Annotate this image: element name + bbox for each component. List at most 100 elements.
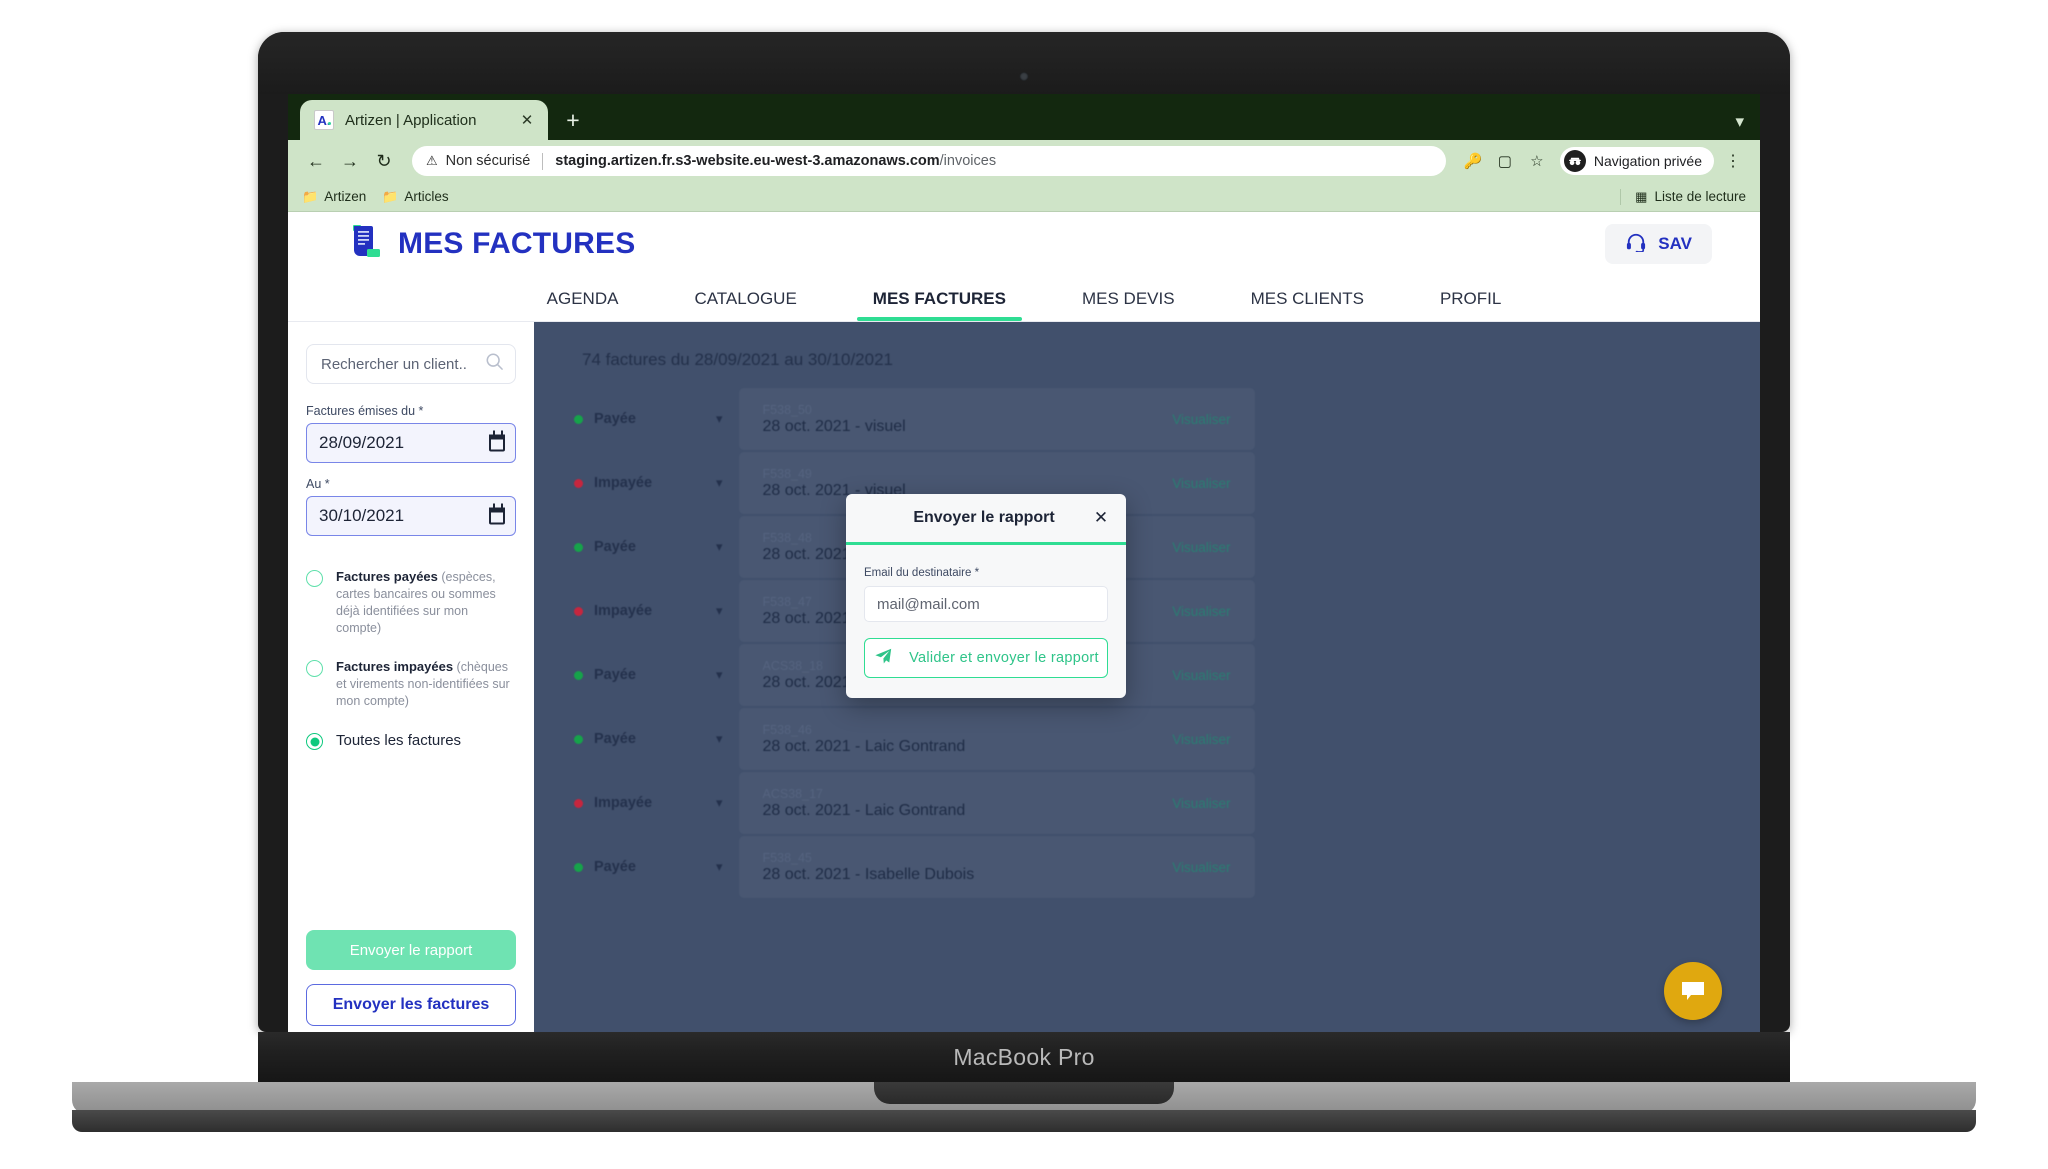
send-report-button[interactable]: Envoyer le rapport: [306, 930, 516, 970]
chevron-down-icon[interactable]: ▾: [716, 539, 723, 555]
view-invoice-link[interactable]: Visualiser: [1172, 604, 1230, 619]
chevron-down-icon[interactable]: ▾: [716, 859, 723, 875]
status-badge: Payée: [574, 411, 716, 427]
radio-label: Toutes les factures: [336, 732, 462, 749]
tab-mes-devis[interactable]: MES DEVIS: [1044, 276, 1213, 321]
status-label: Payée: [594, 859, 636, 875]
table-row[interactable]: Impayée ▾ ACS38_17 28 oct. 2021 - Laic G…: [534, 772, 1760, 834]
close-icon[interactable]: ✕: [1090, 507, 1112, 529]
browser-tab[interactable]: A. Artizen | Application ✕: [300, 100, 548, 140]
address-bar[interactable]: ⚠ Non sécurisé staging.artizen.fr.s3-web…: [412, 146, 1446, 176]
invoice-reference: F538_49: [762, 466, 812, 481]
radio-indicator: [306, 733, 323, 750]
validate-send-report-button[interactable]: Valider et envoyer le rapport: [864, 638, 1108, 678]
date-from-input[interactable]: [306, 423, 516, 463]
radio-factures-payees[interactable]: Factures payées (espèces, cartes bancair…: [306, 568, 516, 637]
bookmark-label: Articles: [404, 189, 449, 204]
status-badge: Impayée: [574, 475, 716, 491]
calendar-icon[interactable]: [489, 503, 505, 525]
invoice-texts: ACS38_17 28 oct. 2021 - Laic Gontrand: [763, 787, 1151, 820]
tab-agenda[interactable]: AGENDA: [509, 276, 657, 321]
date-to-input[interactable]: [306, 496, 516, 536]
radio-indicator: [306, 570, 323, 587]
invoice-card[interactable]: F538_45 28 oct. 2021 - Isabelle Dubois V…: [738, 836, 1255, 898]
table-row[interactable]: Impayée ▾ F538_49 28 oct. 2021 - visuel …: [534, 452, 1760, 514]
invoice-date-client: 28 oct. 2021 - Laic Gontrand: [762, 801, 966, 819]
status-dot-icon: [574, 670, 583, 680]
invoice-texts: F538_45 28 oct. 2021 - Isabelle Dubois: [763, 851, 1151, 884]
calendar-icon[interactable]: [489, 430, 505, 452]
tab-mes-clients[interactable]: MES CLIENTS: [1213, 276, 1402, 321]
laptop-screen: A. Artizen | Application ✕ + ▾ ← → ↻ ⚠ N…: [288, 94, 1760, 1052]
close-icon[interactable]: ✕: [518, 111, 536, 129]
url-host: staging.artizen.fr.s3-website.eu-west-3.…: [555, 153, 940, 169]
key-icon[interactable]: 🔑: [1460, 148, 1486, 174]
bookmark-artizen[interactable]: 📁 Artizen: [302, 189, 366, 205]
date-from-field: [306, 423, 516, 463]
app-header: MES FACTURES SAV: [288, 212, 1760, 276]
table-row[interactable]: Payée ▾ F538_46 28 oct. 2021 - Laic Gont…: [534, 708, 1760, 770]
chat-bubble-icon[interactable]: [1664, 962, 1722, 1020]
radio-label: Factures payées (espèces, cartes bancair…: [336, 568, 516, 637]
email-field[interactable]: [864, 586, 1108, 622]
forward-button[interactable]: →: [336, 147, 364, 175]
invoice-card[interactable]: ACS38_17 28 oct. 2021 - Laic Gontrand Vi…: [738, 772, 1255, 834]
bookmark-articles[interactable]: 📁 Articles: [382, 189, 448, 205]
date-to-field: [306, 496, 516, 536]
radio-title: Factures payées: [336, 569, 438, 584]
view-invoice-link[interactable]: Visualiser: [1172, 860, 1230, 875]
table-row[interactable]: Payée ▾ F538_45 28 oct. 2021 - Isabelle …: [534, 836, 1760, 898]
status-badge: Payée: [574, 539, 716, 555]
incognito-indicator[interactable]: Navigation privée: [1559, 147, 1714, 175]
tab-mes-factures[interactable]: MES FACTURES: [835, 276, 1044, 321]
view-invoice-link[interactable]: Visualiser: [1172, 796, 1230, 811]
radio-toutes-les-factures[interactable]: Toutes les factures: [306, 731, 516, 751]
invoice-card[interactable]: F538_46 28 oct. 2021 - Laic Gontrand Vis…: [738, 708, 1255, 770]
new-tab-button[interactable]: +: [558, 105, 588, 135]
sav-button[interactable]: SAV: [1605, 224, 1712, 264]
chevron-down-icon[interactable]: ▾: [716, 411, 723, 427]
chevron-down-icon[interactable]: ▾: [1735, 112, 1744, 132]
tab-catalogue[interactable]: CATALOGUE: [656, 276, 834, 321]
view-invoice-link[interactable]: Visualiser: [1172, 732, 1230, 747]
radio-factures-impayees[interactable]: Factures impayées (chèques et virements …: [306, 658, 516, 710]
kebab-menu-icon[interactable]: ⋮: [1720, 148, 1746, 174]
bookmarks-bar: 📁 Artizen 📁 Articles ▦ Liste de lecture: [288, 182, 1760, 212]
view-invoice-link[interactable]: Visualiser: [1172, 668, 1230, 683]
view-invoice-link[interactable]: Visualiser: [1172, 476, 1230, 491]
table-row[interactable]: Impayée ▾ F538_47 28 oct. 2021 - Laic Go…: [534, 580, 1760, 642]
url-path: /invoices: [939, 153, 997, 169]
chevron-down-icon[interactable]: ▾: [716, 731, 723, 747]
view-invoice-link[interactable]: Visualiser: [1172, 412, 1230, 427]
reading-list-icon: ▦: [1635, 188, 1648, 204]
send-invoices-button[interactable]: Envoyer les factures: [306, 984, 516, 1026]
favicon-letter: A.: [317, 112, 331, 128]
chevron-down-icon[interactable]: ▾: [716, 795, 723, 811]
table-row[interactable]: Payée ▾ F538_50 28 oct. 2021 - visuel Vi…: [534, 388, 1760, 450]
laptop-foot: [72, 1110, 1976, 1132]
table-row[interactable]: Payée ▾ ACS38_18 28 oct. 2021 - Laic Gon…: [534, 644, 1760, 706]
invoice-texts: F538_50 28 oct. 2021 - visuel: [763, 403, 1151, 436]
modal-body: Email du destinataire * Valider et envoy…: [846, 545, 1126, 698]
chevron-down-icon[interactable]: ▾: [716, 475, 723, 491]
send-report-modal: Envoyer le rapport ✕ Email du destinatai…: [846, 494, 1126, 698]
status-label: Payée: [594, 731, 636, 747]
invoice-texts: F538_46 28 oct. 2021 - Laic Gontrand: [763, 723, 1151, 756]
reading-list-button[interactable]: ▦ Liste de lecture: [1620, 188, 1746, 205]
chevron-down-icon[interactable]: ▾: [716, 603, 723, 619]
chevron-down-icon[interactable]: ▾: [716, 667, 723, 683]
main-navigation: AGENDA CATALOGUE MES FACTURES MES DEVIS …: [288, 276, 1760, 322]
invoice-reference: F538_50: [762, 402, 812, 417]
back-button[interactable]: ←: [302, 147, 330, 175]
date-to-label: Au *: [306, 477, 330, 491]
star-icon[interactable]: ☆: [1524, 148, 1550, 174]
headset-icon: [1625, 232, 1647, 257]
translate-icon[interactable]: ▢: [1492, 148, 1518, 174]
table-row[interactable]: Payée ▾ F538_48 28 oct. 2021 - Fred Tu d…: [534, 516, 1760, 578]
tab-profil[interactable]: PROFIL: [1402, 276, 1539, 321]
laptop-mockup: A. Artizen | Application ✕ + ▾ ← → ↻ ⚠ N…: [0, 0, 2048, 1169]
view-invoice-link[interactable]: Visualiser: [1172, 540, 1230, 555]
reload-button[interactable]: ↻: [370, 147, 398, 175]
invoice-card[interactable]: F538_50 28 oct. 2021 - visuel Visualiser: [738, 388, 1255, 450]
